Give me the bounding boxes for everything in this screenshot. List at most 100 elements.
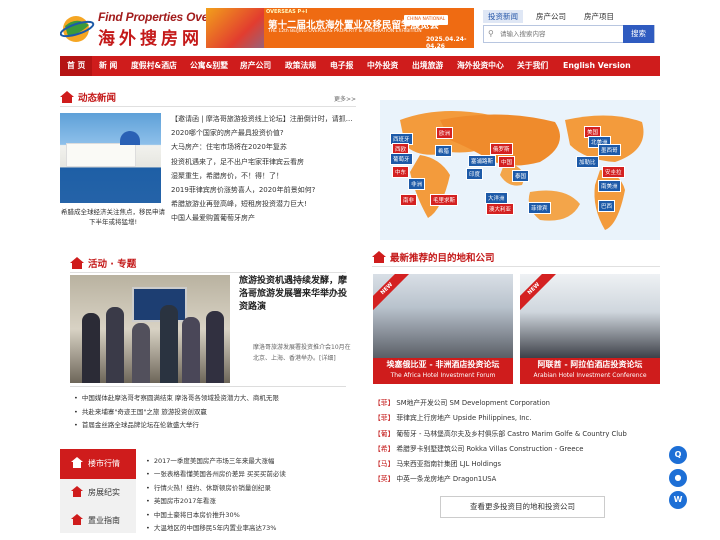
map-label[interactable]: 中国 bbox=[498, 156, 516, 168]
nav-outbound-travel[interactable]: 出境旅游 bbox=[412, 56, 443, 76]
news-item[interactable]: 2020哪个国家的房产最具投资价值? bbox=[171, 126, 356, 140]
site-logo[interactable]: Find Properties Overseas 海外搜房网 bbox=[60, 10, 239, 49]
map-label[interactable]: 俄罗斯 bbox=[490, 143, 513, 155]
map-label[interactable]: 中东 bbox=[392, 166, 410, 178]
company-item[interactable]: 【葡】 葡萄牙 - 马林堡高尔夫及乡村俱乐部 Castro Marim Golfe… bbox=[374, 427, 664, 442]
company-item[interactable]: 【希】 希腊罗卡别墅建筑公司 Rokka Villas Construction … bbox=[374, 442, 664, 457]
activity-feature-image[interactable] bbox=[70, 275, 230, 383]
exhibition-banner[interactable]: OVERSEAS P+I 第十二届北京海外置业及移民留学展览会 THE 12th… bbox=[206, 8, 474, 48]
destination-card[interactable]: NEW 埃塞俄比亚 - 非洲酒店投资论坛 The Africa Hotel In… bbox=[373, 274, 513, 384]
company-list: 【菲】 SM地产开发公司 SM Development Corporation 【… bbox=[374, 396, 664, 488]
map-label[interactable]: 毛里求斯 bbox=[430, 194, 459, 206]
nav-resorts-hotels[interactable]: 度假村&酒店 bbox=[131, 56, 177, 76]
home-icon bbox=[60, 91, 74, 103]
nav-english-version[interactable]: English Version bbox=[563, 56, 631, 76]
search-input[interactable] bbox=[500, 28, 610, 40]
nav-apartments-villas[interactable]: 公寓&别墅 bbox=[190, 56, 228, 76]
tab-buying-guide[interactable]: 置业指南 bbox=[60, 506, 136, 536]
map-label[interactable]: 南美洲 bbox=[598, 180, 621, 192]
activity-headline[interactable]: 旅游投资机遇持续发酵，摩洛哥旅游发展署来华举办投资路演 bbox=[239, 275, 351, 314]
nav-news[interactable]: 新 闻 bbox=[99, 56, 117, 76]
news-more-link[interactable]: 更多>> bbox=[334, 94, 356, 103]
map-label[interactable]: 塞浦路斯 bbox=[468, 155, 497, 167]
map-label[interactable]: 安圭拉 bbox=[602, 166, 625, 178]
company-item[interactable]: 【马】 马来西亚指南针集团 LJL Holdings bbox=[374, 457, 664, 472]
list-item[interactable]: 英国房市2017年看涨 bbox=[146, 495, 356, 508]
destination-card-title: 埃塞俄比亚 - 非洲酒店投资论坛 bbox=[386, 360, 500, 369]
nav-policies[interactable]: 政策法规 bbox=[285, 56, 316, 76]
banner-corner-badge: CHINA NATIONAL bbox=[404, 15, 448, 25]
activity-summary[interactable]: 摩洛哥旅游发展署投资推介会10月在北京、上海、香港举办。[详细] bbox=[253, 342, 353, 364]
destination-card-title: 阿联酋 - 阿拉伯酒店投资论坛 bbox=[537, 360, 643, 369]
market-tabs: 楼市行情 房展纪实 置业指南 bbox=[60, 449, 136, 533]
news-feature-image[interactable] bbox=[60, 113, 161, 203]
news-item[interactable]: 2019菲律宾房价涨势喜人，2020年前景如何? bbox=[171, 183, 356, 197]
search-box: ⚲ 搜索 bbox=[483, 25, 655, 43]
nav-investment[interactable]: 中外投资 bbox=[367, 56, 398, 76]
market-news-list: 2017一季度美国房产市场三年来最大涨幅 一张表格看懂美国各州房价差异 买买买前… bbox=[146, 455, 356, 535]
company-item[interactable]: 【菲】 菲律宾上行房地产 Upside Philippines, Inc. bbox=[374, 411, 664, 426]
nav-property-companies[interactable]: 房产公司 bbox=[240, 56, 271, 76]
map-label[interactable]: 菲律宾 bbox=[528, 202, 551, 214]
home-icon bbox=[372, 251, 386, 263]
search-tab-projects[interactable]: 房产项目 bbox=[579, 10, 619, 23]
search-tab-companies[interactable]: 房产公司 bbox=[531, 10, 571, 23]
list-item[interactable]: 共赴来埔寨"奇迹王国"之旅 旅游投资创双赢 bbox=[74, 406, 364, 420]
divider bbox=[70, 386, 346, 387]
more-destinations-button[interactable]: 查看更多投资目的地和投资公司 bbox=[440, 496, 605, 518]
map-label[interactable]: 印度 bbox=[466, 168, 484, 180]
destination-card[interactable]: NEW 阿联酋 - 阿拉伯酒店投资论坛 Arabian Hotel Invest… bbox=[520, 274, 660, 384]
company-item[interactable]: 【菲】 SM地产开发公司 SM Development Corporation bbox=[374, 396, 664, 411]
map-label[interactable]: 墨西哥 bbox=[598, 144, 621, 156]
search-icon: ⚲ bbox=[488, 29, 494, 38]
map-label[interactable]: 欧洲 bbox=[436, 127, 454, 139]
home-icon bbox=[71, 457, 83, 469]
search-tab-news[interactable]: 投资新闻 bbox=[483, 10, 523, 23]
news-item[interactable]: 【邀请函 | 摩洛哥旅游投资线上论坛】注册倒计时，请抓... bbox=[171, 112, 356, 126]
company-item[interactable]: 【英】 中英一条龙房地产 Dragon1USA bbox=[374, 472, 664, 487]
news-item[interactable]: 湿聚重生，希腊房价，不！得！了！ bbox=[171, 169, 356, 183]
map-label[interactable]: 巴西 bbox=[598, 200, 616, 212]
banner-dates: 2025.04.24-04.26 bbox=[426, 36, 467, 48]
map-label[interactable]: 泰国 bbox=[512, 170, 530, 182]
news-section-title: 动态新闻 bbox=[78, 93, 117, 104]
banner-title-en: THE 12th BEIJING OVERSEAS PROPERTY & IMM… bbox=[268, 29, 422, 34]
tab-exhibition-records[interactable]: 房展纪实 bbox=[60, 478, 136, 508]
list-item[interactable]: 中国媒体赴摩洛哥考察圆满结束 摩洛哥各领域投资潜力大、商机无限 bbox=[74, 392, 364, 406]
map-label[interactable]: 南非 bbox=[400, 194, 418, 206]
news-item[interactable]: 投资机遇来了，足不出户宅家菲律宾云看房 bbox=[171, 155, 356, 169]
nav-investment-center[interactable]: 海外投资中心 bbox=[457, 56, 504, 76]
list-item[interactable]: 首届金丝路全球品牌论坛在伦敦盛大举行 bbox=[74, 419, 364, 433]
list-item[interactable]: 2017一季度美国房产市场三年来最大涨幅 bbox=[146, 455, 356, 468]
activity-section-header: 活动 · 专题 bbox=[70, 255, 346, 273]
list-item[interactable]: 一张表格看懂美国各州房价差异 买买买前必读 bbox=[146, 468, 356, 481]
news-item[interactable]: 中国人最爱购置葡萄牙房产 bbox=[171, 211, 356, 225]
list-item[interactable]: 行情火热！纽约、休斯顿房价销量创纪录 bbox=[146, 482, 356, 495]
tab-market-trends[interactable]: 楼市行情 bbox=[60, 449, 136, 479]
news-feature-caption[interactable]: 希腊成全球经济关注焦点，移民申请下半年或将猛增! bbox=[60, 207, 166, 227]
home-icon bbox=[70, 257, 84, 269]
destinations-section-header: 最新推荐的目的地和公司 bbox=[372, 249, 660, 267]
news-item[interactable]: 希腊旅游业再登高峰，短租房投资潜力巨大! bbox=[171, 197, 356, 211]
map-label[interactable]: 澳大利亚 bbox=[486, 203, 515, 215]
nav-about-us[interactable]: 关于我们 bbox=[517, 56, 548, 76]
destination-card-subtitle: The Africa Hotel Investment Forum bbox=[390, 372, 496, 379]
activity-list: 中国媒体赴摩洛哥考察圆满结束 摩洛哥各领域投资潜力大、商机无限 共赴来埔寨"奇迹… bbox=[74, 392, 364, 433]
news-list: 【邀请函 | 摩洛哥旅游投资线上论坛】注册倒计时，请抓... 2020哪个国家的… bbox=[171, 112, 356, 226]
search-button[interactable]: 搜索 bbox=[623, 25, 654, 43]
map-label[interactable]: 加勒比 bbox=[576, 156, 599, 168]
news-item[interactable]: 大马房产：住宅市场将在2020年复苏 bbox=[171, 140, 356, 154]
wechat-icon[interactable]: ● bbox=[669, 469, 687, 487]
nav-home[interactable]: 首 页 bbox=[60, 56, 93, 76]
qq-icon[interactable]: Q bbox=[669, 446, 687, 464]
map-label[interactable]: 非洲 bbox=[408, 178, 426, 190]
nav-e-newspaper[interactable]: 电子报 bbox=[330, 56, 353, 76]
banner-brand: OVERSEAS P+I bbox=[266, 9, 308, 15]
world-map[interactable]: 欧洲 西班牙 西欧 葡萄牙 俄罗斯 希腊 塞浦路斯 中东 中国 非洲 印度 泰国… bbox=[380, 100, 660, 240]
list-item[interactable]: 大温地区的中国移民5年内置业率高达73% bbox=[146, 522, 356, 535]
logo-chinese: 海外搜房网 bbox=[98, 29, 203, 49]
list-item[interactable]: 中国土豪将日本房价推升30% bbox=[146, 509, 356, 522]
map-label[interactable]: 葡萄牙 bbox=[390, 153, 413, 165]
weibo-icon[interactable]: W bbox=[669, 491, 687, 509]
map-label[interactable]: 希腊 bbox=[435, 145, 453, 157]
